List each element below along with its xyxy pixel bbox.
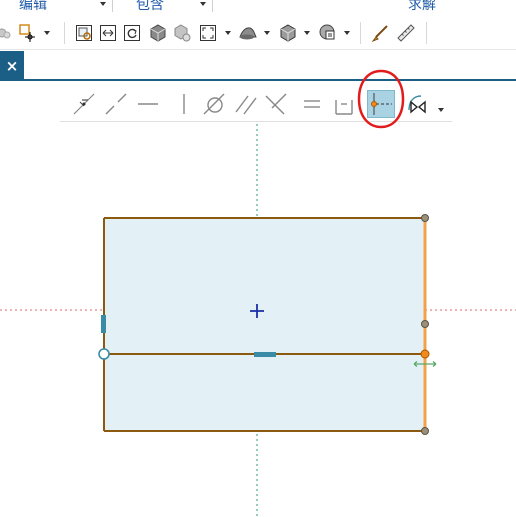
vertical-icon[interactable]	[170, 90, 198, 118]
perpendicular-icon[interactable]	[262, 90, 290, 118]
shaded-cube-icon[interactable]	[148, 23, 168, 43]
menu-divider	[112, 0, 113, 12]
tangent-icon[interactable]	[200, 90, 228, 118]
sketcher-window: 编辑 包含 求解 ×	[0, 0, 516, 517]
ruler-icon[interactable]	[396, 23, 416, 43]
sketch-region[interactable]	[104, 218, 425, 431]
sketch-canvas[interactable]	[0, 124, 516, 517]
chevron-down-icon[interactable]	[438, 108, 444, 112]
vertical-constraint-marker	[101, 315, 106, 333]
chevron-down-icon[interactable]	[344, 31, 350, 35]
toolbar-divider	[360, 22, 361, 44]
toolbar-divider	[426, 22, 427, 44]
surface-icon[interactable]	[238, 23, 258, 43]
collinear-icon[interactable]	[102, 90, 130, 118]
close-icon: ×	[5, 57, 19, 75]
chevron-down-icon[interactable]	[264, 31, 270, 35]
chevron-down-icon[interactable]	[100, 2, 106, 6]
symmetric-icon[interactable]	[330, 90, 358, 118]
chevron-down-icon[interactable]	[44, 31, 50, 35]
menu-bar: 编辑 包含 求解	[0, 0, 516, 14]
midpoint[interactable]	[420, 349, 430, 359]
endpoint[interactable]	[421, 320, 429, 328]
parallel-icon[interactable]	[232, 90, 260, 118]
chevron-down-icon[interactable]	[225, 31, 231, 35]
menu-divider	[212, 0, 213, 12]
coincident-icon[interactable]	[70, 90, 98, 118]
close-tab-button[interactable]: ×	[0, 51, 24, 81]
mirror-icon[interactable]	[403, 90, 431, 118]
annotation-circle	[357, 69, 405, 129]
document-tab-strip: ×	[0, 51, 516, 81]
equal-icon[interactable]	[298, 90, 326, 118]
menu-edit[interactable]: 编辑	[19, 0, 47, 13]
zoom-extents-icon[interactable]	[198, 23, 218, 43]
camera-view-icon[interactable]	[318, 23, 338, 43]
point-target-icon[interactable]	[18, 23, 38, 43]
fit-width-icon[interactable]	[98, 23, 118, 43]
main-toolbar	[0, 16, 516, 50]
menu-include[interactable]: 包含	[136, 0, 164, 13]
brush-icon[interactable]	[370, 23, 390, 43]
endpoint[interactable]	[421, 214, 429, 222]
endpoint[interactable]	[421, 427, 429, 435]
measure-snap-icon[interactable]	[0, 23, 14, 43]
horizontal-icon[interactable]	[134, 90, 162, 118]
gear-cube-icon[interactable]	[172, 23, 192, 43]
refresh-icon[interactable]	[122, 23, 142, 43]
solid-cube-icon[interactable]	[278, 23, 298, 43]
coincident-marker	[98, 348, 110, 360]
toolbar-divider	[64, 22, 65, 44]
sketch-view-icon[interactable]	[74, 23, 94, 43]
menu-solve[interactable]: 求解	[408, 0, 436, 13]
chevron-down-icon[interactable]	[304, 31, 310, 35]
chevron-down-icon[interactable]	[200, 2, 206, 6]
horizontal-constraint-marker	[254, 352, 276, 357]
